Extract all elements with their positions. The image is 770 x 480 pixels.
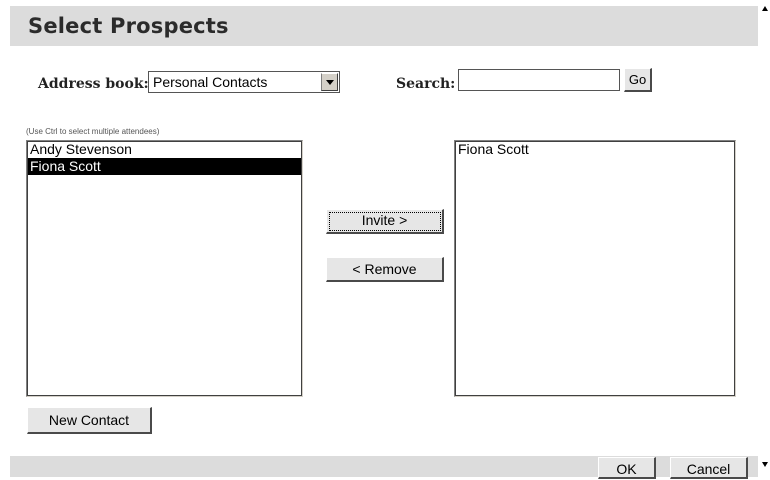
invite-button[interactable]: Invite > [326, 209, 444, 234]
scroll-down-arrow-icon[interactable] [762, 462, 768, 467]
select-prospects-dialog: Select Prospects Address book: Personal … [10, 6, 758, 479]
available-contacts-list[interactable]: Andy Stevenson Fiona Scott [26, 140, 303, 397]
scroll-up-arrow-icon[interactable] [762, 6, 768, 11]
list-item[interactable]: Andy Stevenson [27, 141, 302, 158]
list-item[interactable]: Fiona Scott [27, 158, 302, 175]
search-label: Search: [396, 76, 456, 92]
multi-select-hint: (Use Ctrl to select multiple attendees) [26, 127, 160, 136]
remove-button[interactable]: < Remove [326, 257, 444, 282]
ok-button[interactable]: OK [598, 457, 656, 479]
new-contact-button[interactable]: New Contact [27, 407, 152, 434]
dialog-titlebar: Select Prospects [10, 6, 758, 46]
search-input[interactable] [458, 69, 620, 91]
go-button[interactable]: Go [624, 68, 652, 92]
list-item[interactable]: Fiona Scott [455, 141, 735, 158]
page-scrollbar[interactable] [760, 0, 770, 477]
dialog-footer: OK Cancel [10, 456, 758, 479]
chevron-down-icon[interactable] [321, 73, 338, 91]
address-book-select[interactable]: Personal Contacts [148, 71, 340, 93]
cancel-button[interactable]: Cancel [670, 457, 748, 479]
address-book-selected-value: Personal Contacts [153, 74, 268, 90]
address-book-label: Address book: [38, 76, 149, 92]
dialog-title: Select Prospects [28, 14, 229, 38]
invited-prospects-list[interactable]: Fiona Scott [454, 140, 736, 397]
